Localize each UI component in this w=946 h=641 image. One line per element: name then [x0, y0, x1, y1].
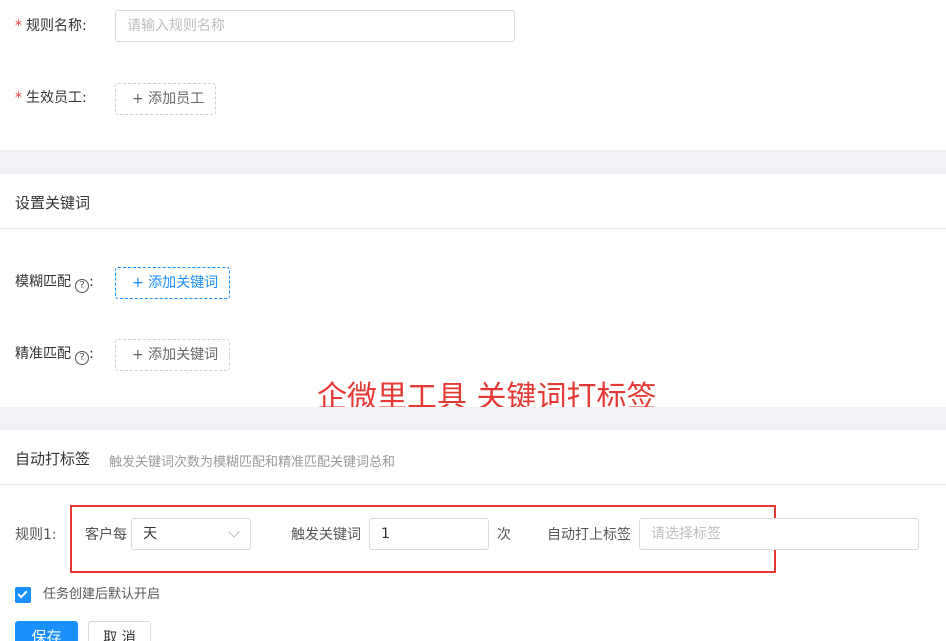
add-exact-keyword-button[interactable]: + 添加关键词: [115, 339, 230, 371]
count-unit-label: 次: [497, 527, 511, 543]
required-mark: *: [15, 18, 22, 34]
exact-match-label: 精准匹配?:: [15, 344, 94, 365]
trigger-keyword-label: 触发关键词: [291, 527, 361, 543]
save-button[interactable]: 保存: [15, 621, 78, 641]
default-enable-label: 任务创建后默认开启: [43, 587, 161, 602]
section-separator: [0, 150, 946, 174]
colon: :: [89, 346, 94, 362]
exact-match-label-text: 精准匹配: [15, 346, 71, 362]
period-select[interactable]: 天: [131, 518, 251, 550]
period-select-value: 天: [143, 526, 157, 542]
rule-index-label: 规则1:: [15, 527, 57, 543]
keywords-section-title: 设置关键词: [15, 194, 91, 212]
employees-label: * 生效员工:: [15, 88, 87, 108]
question-circle-icon[interactable]: ?: [75, 279, 89, 293]
default-enable-checkbox[interactable]: [15, 587, 31, 603]
auto-tag-label: 自动打上标签: [547, 527, 631, 543]
check-icon: [17, 588, 28, 599]
section-separator: [0, 407, 946, 430]
rule-name-input[interactable]: [115, 10, 515, 42]
trigger-count-input[interactable]: [369, 518, 489, 550]
employees-label-text: 生效员工:: [26, 90, 87, 106]
cancel-button[interactable]: 取 消: [88, 621, 151, 641]
colon: :: [89, 274, 94, 290]
required-mark: *: [15, 90, 22, 106]
tag-select[interactable]: [639, 518, 919, 550]
fuzzy-match-label-text: 模糊匹配: [15, 274, 71, 290]
add-employee-button[interactable]: + 添加员工: [115, 83, 216, 115]
divider: [0, 484, 946, 485]
add-fuzzy-keyword-button[interactable]: + 添加关键词: [115, 267, 230, 299]
customer-each-label: 客户每: [85, 527, 127, 543]
rule-name-label: * 规则名称:: [15, 16, 87, 36]
chevron-down-icon: [228, 526, 240, 538]
fuzzy-match-label: 模糊匹配?:: [15, 272, 94, 293]
divider: [0, 228, 946, 229]
question-circle-icon[interactable]: ?: [75, 351, 89, 365]
rule-name-label-text: 规则名称:: [26, 18, 87, 34]
auto-tag-hint: 触发关键词次数为模糊匹配和精准匹配关键词总和: [109, 455, 396, 470]
auto-tag-section-title: 自动打标签: [15, 450, 91, 468]
